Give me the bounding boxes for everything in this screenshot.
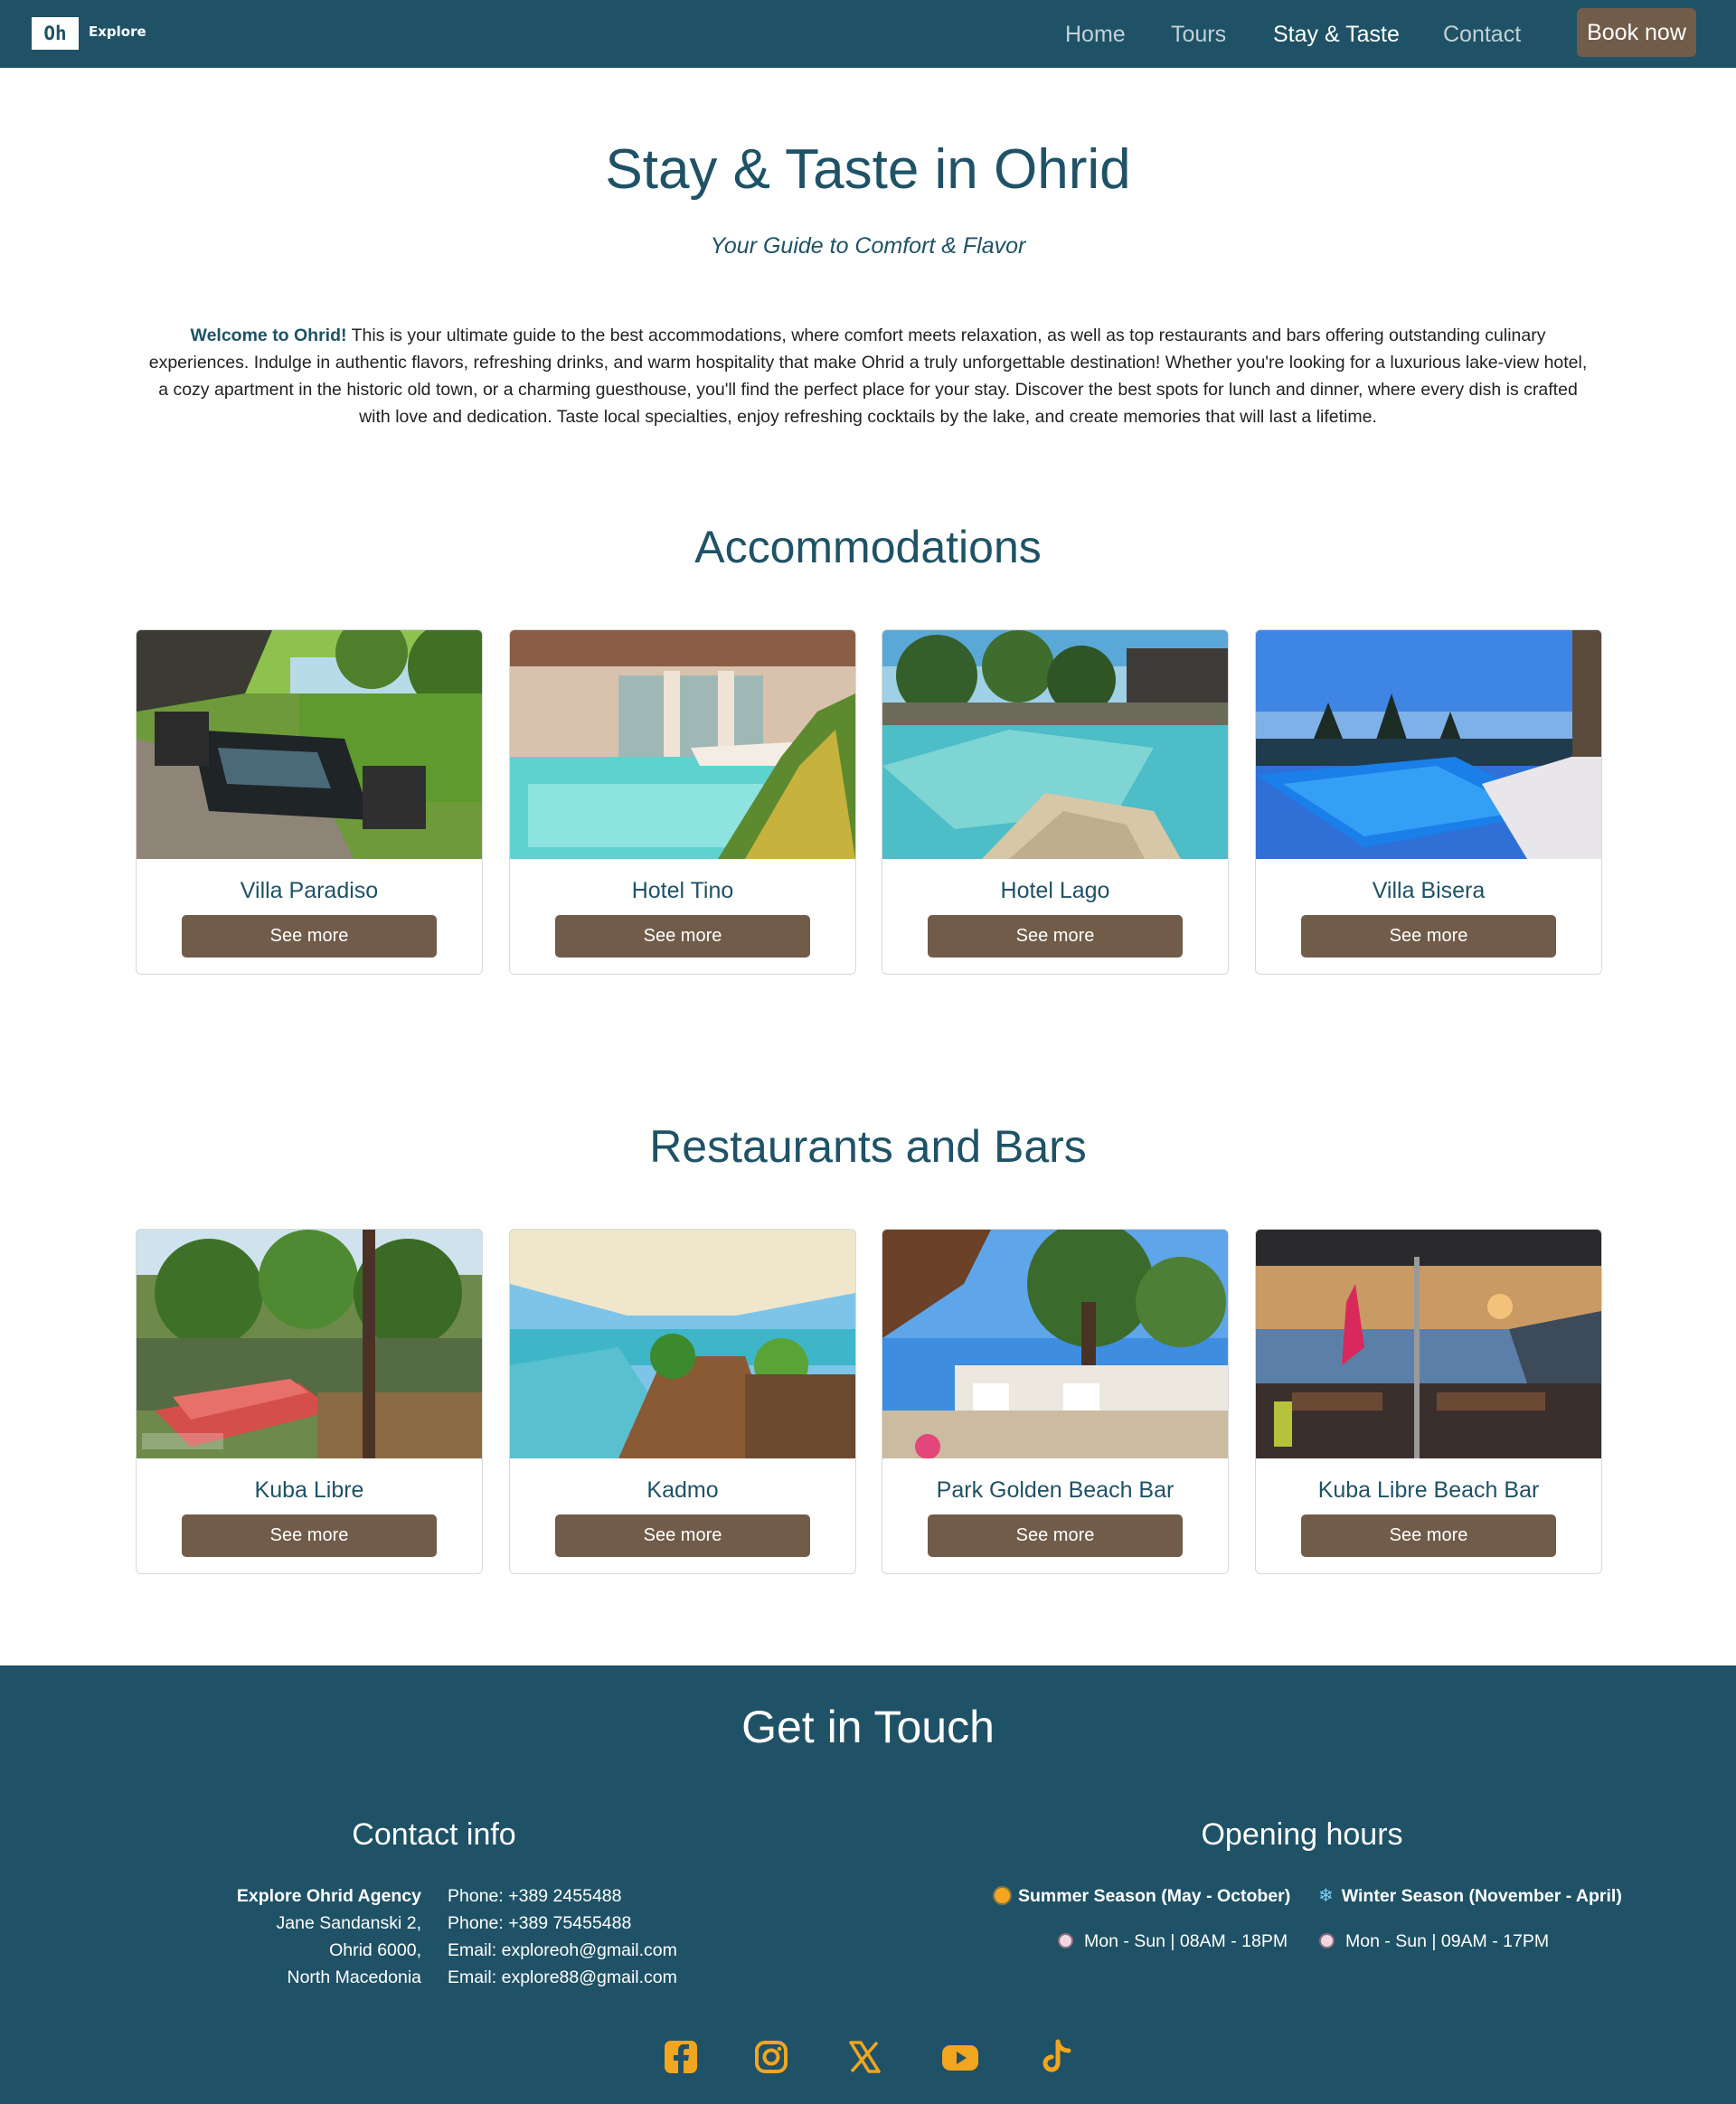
- summer-season-label: Summer Season (May - October): [1018, 1886, 1291, 1906]
- phone-line[interactable]: Phone: +389 75455488: [448, 1910, 755, 1937]
- see-more-button[interactable]: See more: [1301, 915, 1556, 958]
- site-logo-text[interactable]: Explore: [89, 24, 146, 40]
- see-more-button[interactable]: See more: [182, 1514, 437, 1557]
- card-title: Villa Bisera: [1372, 878, 1486, 903]
- tiktok-icon[interactable]: [1036, 2037, 1076, 2077]
- intro-paragraph: Welcome to Ohrid! This is your ultimate …: [145, 322, 1591, 430]
- x-icon[interactable]: [844, 2037, 884, 2077]
- see-more-button[interactable]: See more: [928, 1514, 1183, 1557]
- intro-lead: Welcome to Ohrid!: [190, 326, 347, 345]
- snowflake-icon: ❄: [1318, 1886, 1334, 1906]
- intro-body: This is your ultimate guide to the best …: [148, 326, 1588, 427]
- accommodation-card[interactable]: Hotel Tino See more: [509, 629, 856, 975]
- card-title: Kuba Libre: [254, 1477, 364, 1503]
- card-title: Hotel Tino: [631, 878, 734, 903]
- clock-icon: [1058, 1933, 1073, 1948]
- winter-hours-text: Mon - Sun | 09AM - 17PM: [1345, 1931, 1550, 1951]
- see-more-button[interactable]: See more: [555, 1514, 810, 1557]
- summer-season: Summer Season (May - October): [995, 1882, 1290, 1910]
- nav-link-stay-taste[interactable]: Stay & Taste: [1273, 20, 1400, 49]
- winter-season: ❄ Winter Season (November - April): [1318, 1882, 1622, 1910]
- opening-hours-heading: Opening hours: [1201, 1817, 1403, 1852]
- kadmo-photo: [510, 1230, 855, 1458]
- kuba-libre-beach-bar-photo: [1256, 1230, 1601, 1458]
- phone-line[interactable]: Phone: +389 2455488: [448, 1882, 755, 1910]
- restaurants-heading: Restaurants and Bars: [649, 1121, 1087, 1172]
- hotel-tino-photo: [510, 630, 855, 859]
- see-more-button[interactable]: See more: [182, 915, 437, 958]
- email-line[interactable]: Email: explore88@gmail.com: [448, 1964, 755, 1991]
- summer-hours: Mon - Sun | 08AM - 18PM: [1058, 1928, 1288, 1955]
- nav-link-contact[interactable]: Contact: [1443, 20, 1521, 49]
- instagram-icon[interactable]: [751, 2037, 791, 2077]
- restaurant-card[interactable]: Kuba Libre Beach Bar See more: [1255, 1229, 1602, 1574]
- clock-icon: [1319, 1933, 1335, 1948]
- accommodation-card[interactable]: Villa Bisera See more: [1255, 629, 1602, 975]
- restaurant-card[interactable]: Park Golden Beach Bar See more: [882, 1229, 1229, 1574]
- contact-details: Phone: +389 2455488 Phone: +389 75455488…: [448, 1882, 755, 1991]
- page-subtitle: Your Guide to Comfort & Flavor: [710, 233, 1026, 259]
- accommodations-heading: Accommodations: [694, 522, 1042, 572]
- sun-icon: [995, 1888, 1010, 1903]
- card-title: Villa Paradiso: [240, 878, 379, 903]
- accommodation-card[interactable]: Villa Paradiso See more: [136, 629, 483, 975]
- kuba-libre-photo: [137, 1230, 482, 1458]
- summer-hours-text: Mon - Sun | 08AM - 18PM: [1084, 1931, 1288, 1951]
- facebook-icon[interactable]: [661, 2037, 701, 2077]
- see-more-button[interactable]: See more: [555, 915, 810, 958]
- address-line: Jane Sandanski 2,: [276, 1913, 421, 1933]
- winter-season-label: Winter Season (November - April): [1341, 1886, 1622, 1906]
- contact-address: Explore Ohrid Agency Jane Sandanski 2, O…: [181, 1882, 421, 1991]
- villa-paradiso-photo: [137, 630, 482, 859]
- hotel-lago-photo: [882, 630, 1228, 859]
- site-logo-mark[interactable]: Oh: [32, 17, 79, 50]
- address-line: Ohrid 6000,: [329, 1940, 421, 1960]
- youtube-icon[interactable]: [940, 2037, 980, 2077]
- winter-hours: Mon - Sun | 09AM - 17PM: [1319, 1928, 1549, 1955]
- card-title: Hotel Lago: [1000, 878, 1110, 903]
- accommodation-card[interactable]: Hotel Lago See more: [882, 629, 1229, 975]
- card-title: Park Golden Beach Bar: [936, 1477, 1175, 1503]
- book-now-button[interactable]: Book now: [1577, 8, 1696, 57]
- address-line: North Macedonia: [287, 1967, 422, 1987]
- card-title: Kadmo: [646, 1477, 719, 1503]
- page-title: Stay & Taste in Ohrid: [605, 138, 1131, 201]
- contact-info-heading: Contact info: [352, 1817, 516, 1852]
- email-line[interactable]: Email: exploreoh@gmail.com: [448, 1937, 755, 1964]
- see-more-button[interactable]: See more: [928, 915, 1183, 958]
- restaurant-card[interactable]: Kadmo See more: [509, 1229, 856, 1574]
- villa-bisera-photo: [1256, 630, 1601, 859]
- top-navbar: Oh Explore Home Tours Stay & Taste Conta…: [0, 0, 1736, 68]
- footer-title: Get in Touch: [741, 1702, 995, 1752]
- nav-link-tours[interactable]: Tours: [1171, 20, 1226, 49]
- nav-link-home[interactable]: Home: [1065, 20, 1126, 49]
- see-more-button[interactable]: See more: [1301, 1514, 1556, 1557]
- agency-name: Explore Ohrid Agency: [236, 1886, 421, 1906]
- restaurant-card[interactable]: Kuba Libre See more: [136, 1229, 483, 1574]
- card-title: Kuba Libre Beach Bar: [1317, 1477, 1540, 1503]
- park-golden-beach-bar-photo: [882, 1230, 1228, 1458]
